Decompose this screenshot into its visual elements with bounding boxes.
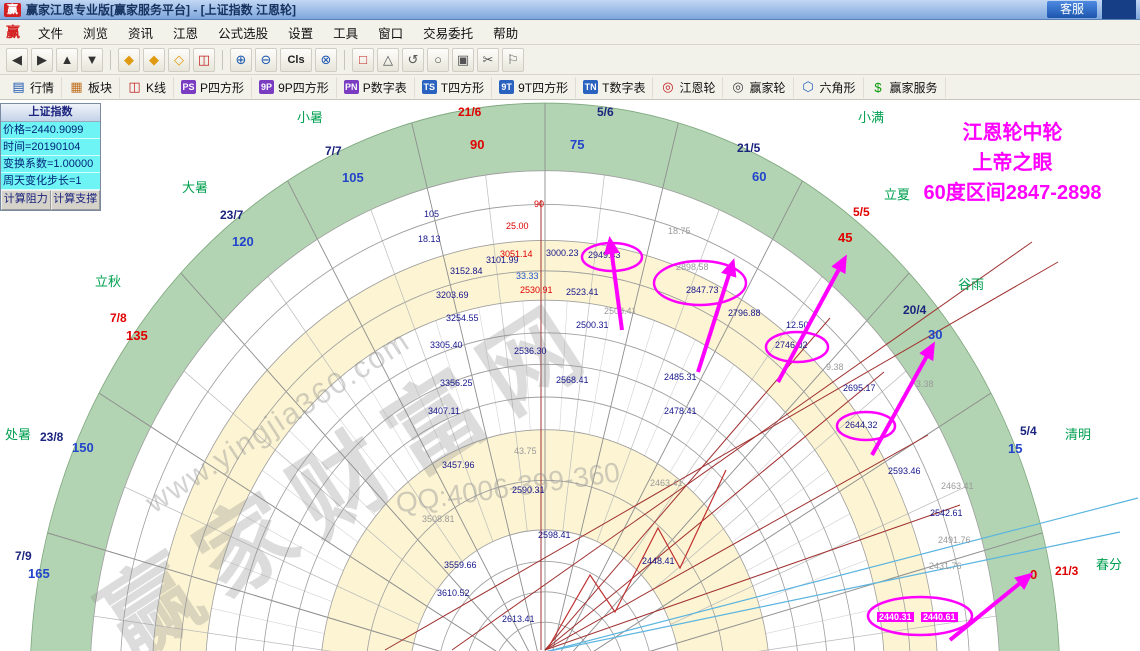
grid-draw-tool[interactable]: ▣ (452, 47, 474, 72)
menu-item-trade-order[interactable]: 交易委托 (414, 21, 482, 44)
customer-service-button[interactable]: 客服 (1046, 1, 1097, 18)
tool-t-square[interactable]: TS T四方形 (415, 76, 493, 98)
calc-resistance-button[interactable]: 计算阻力 (1, 190, 51, 210)
zoom-in-button[interactable]: ⊕ (230, 47, 252, 72)
tool-p-square[interactable]: PS P四方形 (174, 76, 253, 98)
candlestick-button[interactable]: ◫ (193, 47, 215, 72)
menu-item-tools[interactable]: 工具 (324, 21, 367, 44)
tool-label: P数字表 (362, 80, 407, 95)
cls-button[interactable]: Cls (280, 47, 312, 72)
tool-label: 9T四方形 (518, 80, 569, 95)
tool-label: K线 (146, 80, 167, 95)
nav-up-button[interactable]: ▲ (56, 47, 78, 72)
tool-label: 赢家服务 (889, 80, 938, 95)
nav-right-button[interactable]: ▶ (31, 47, 53, 72)
diamond-solid2-button[interactable]: ◆ (143, 47, 165, 72)
tool-label: 行情 (30, 80, 55, 95)
tool-hexagon[interactable]: ⬡ 六角形 (794, 76, 864, 98)
grid-icon: ▤ (12, 79, 25, 94)
titlebar-corner (1102, 0, 1136, 19)
menu-item-gann[interactable]: 江恩 (164, 21, 207, 44)
tool-winner-wheel[interactable]: ◎ 赢家轮 (723, 76, 794, 98)
tool-label: 板块 (88, 80, 113, 95)
time-row: 时间=20190104 (1, 139, 100, 156)
tool-kline[interactable]: ◫ K线 (120, 76, 175, 98)
tools-toolbar: ▤ 行情 ▦ 板块 ◫ K线 PS P四方形 9P 9P四方形 PN P数字表 TS T四方形 9T 9T四方… (0, 75, 1140, 100)
tool-label: P四方形 (200, 80, 245, 95)
rotate-tool[interactable]: ↺ (402, 47, 424, 72)
menu-item-formula-stock-pick[interactable]: 公式选股 (209, 21, 277, 44)
toolbar-separator (222, 49, 223, 70)
nav-left-button[interactable]: ◀ (6, 47, 28, 72)
title-bar: 赢 赢家江恩专业版[赢家服务平台] - [上证指数 江恩轮] 客服 (0, 0, 1140, 20)
tn-icon: TN (583, 80, 599, 94)
scissors-tool[interactable]: ✂ (477, 47, 499, 72)
panel-buttons: 计算阻力 计算支撑 (1, 190, 100, 210)
zoom-out-button[interactable]: ⊖ (255, 47, 277, 72)
ps-icon: PS (181, 80, 197, 94)
tool-label: T数字表 (602, 80, 646, 95)
nav-down-button[interactable]: ▼ (81, 47, 103, 72)
tool-label: 江恩轮 (679, 80, 716, 95)
tool-label: T四方形 (440, 80, 485, 95)
annotation-line: 江恩轮中轮 (962, 122, 1063, 144)
dollar-icon: $ (874, 79, 882, 95)
tool-gann-wheel[interactable]: ◎ 江恩轮 (653, 76, 724, 98)
menu-logo-icon: 赢 (6, 24, 20, 40)
tool-label: 赢家轮 (749, 80, 786, 95)
zoom-off-button[interactable]: ⊗ (315, 47, 337, 72)
blocks-icon: ▦ (70, 79, 83, 94)
diamond-outline-button[interactable]: ◇ (168, 47, 190, 72)
step-row: 周天变化步长=1 (1, 173, 100, 190)
tool-t-number-table[interactable]: TN T数字表 (576, 76, 654, 98)
menu-item-browse[interactable]: 浏览 (74, 21, 117, 44)
window-title: 赢家江恩专业版[赢家服务平台] - [上证指数 江恩轮] (26, 3, 296, 17)
tool-p-number-table[interactable]: PN P数字表 (337, 76, 415, 98)
calc-support-button[interactable]: 计算支撑 (50, 190, 100, 210)
p9-icon: 9P (259, 80, 275, 94)
tool-quotes[interactable]: ▤ 行情 (4, 76, 63, 98)
menu-item-window[interactable]: 窗口 (369, 21, 412, 44)
flag-tool[interactable]: ⚐ (502, 47, 524, 72)
t9-icon: 9T (499, 80, 515, 94)
menu-item-help[interactable]: 帮助 (484, 21, 527, 44)
circle-draw-tool[interactable]: ○ (427, 47, 449, 72)
menu-bar: 赢 文件 浏览 资讯 江恩 公式选股 设置 工具 窗口 交易委托 帮助 (0, 20, 1140, 45)
annotation-line: 上帝之眼 (972, 152, 1053, 174)
annotation-text: 江恩轮中轮 上帝之眼 60度区间2847-2898 (890, 118, 1135, 208)
diamond-solid-button[interactable]: ◆ (118, 47, 140, 72)
tool-9p-square[interactable]: 9P 9P四方形 (252, 76, 337, 98)
app-logo-icon: 赢 (4, 2, 21, 17)
ts-icon: TS (421, 80, 437, 94)
menu-item-file[interactable]: 文件 (29, 21, 72, 44)
price-row: 价格=2440.9099 (1, 122, 100, 139)
tool-label: 六角形 (819, 80, 856, 95)
candlestick-icon: ◫ (128, 79, 141, 94)
gann-wheel-icon: ◎ (662, 79, 674, 94)
hexagon-icon: ⬡ (802, 79, 814, 94)
winner-wheel-icon: ◎ (732, 79, 744, 94)
toolbar-separator (344, 49, 345, 70)
triangle-draw-tool[interactable]: △ (377, 47, 399, 72)
rect-draw-tool[interactable]: □ (352, 47, 374, 72)
tool-label: 9P四方形 (278, 80, 329, 95)
menu-item-settings[interactable]: 设置 (279, 21, 322, 44)
index-info-panel: 上证指数 价格=2440.9099 时间=20190104 变换系数=1.00000… (0, 103, 101, 211)
coefficient-row: 变换系数=1.00000 (1, 156, 100, 173)
index-name-header: 上证指数 (1, 104, 100, 122)
toolbar-separator (110, 49, 111, 70)
main-toolbar: ◀ ▶ ▲ ▼ ◆ ◆ ◇ ◫ ⊕ ⊖ Cls ⊗ □ △ ↺ ○ ▣ ✂ ⚐ (0, 45, 1140, 75)
annotation-line: 60度区间2847-2898 (923, 182, 1102, 204)
tool-blocks[interactable]: ▦ 板块 (62, 76, 121, 98)
menu-item-news[interactable]: 资讯 (119, 21, 162, 44)
pn-icon: PN (343, 80, 359, 94)
tool-9t-square[interactable]: 9T 9T四方形 (492, 76, 577, 98)
chart-area: 赢家财富网 www.yingjia360.com QQ:4006-399-360… (0, 100, 1140, 651)
tool-winner-service[interactable]: $ 赢家服务 (864, 76, 946, 98)
